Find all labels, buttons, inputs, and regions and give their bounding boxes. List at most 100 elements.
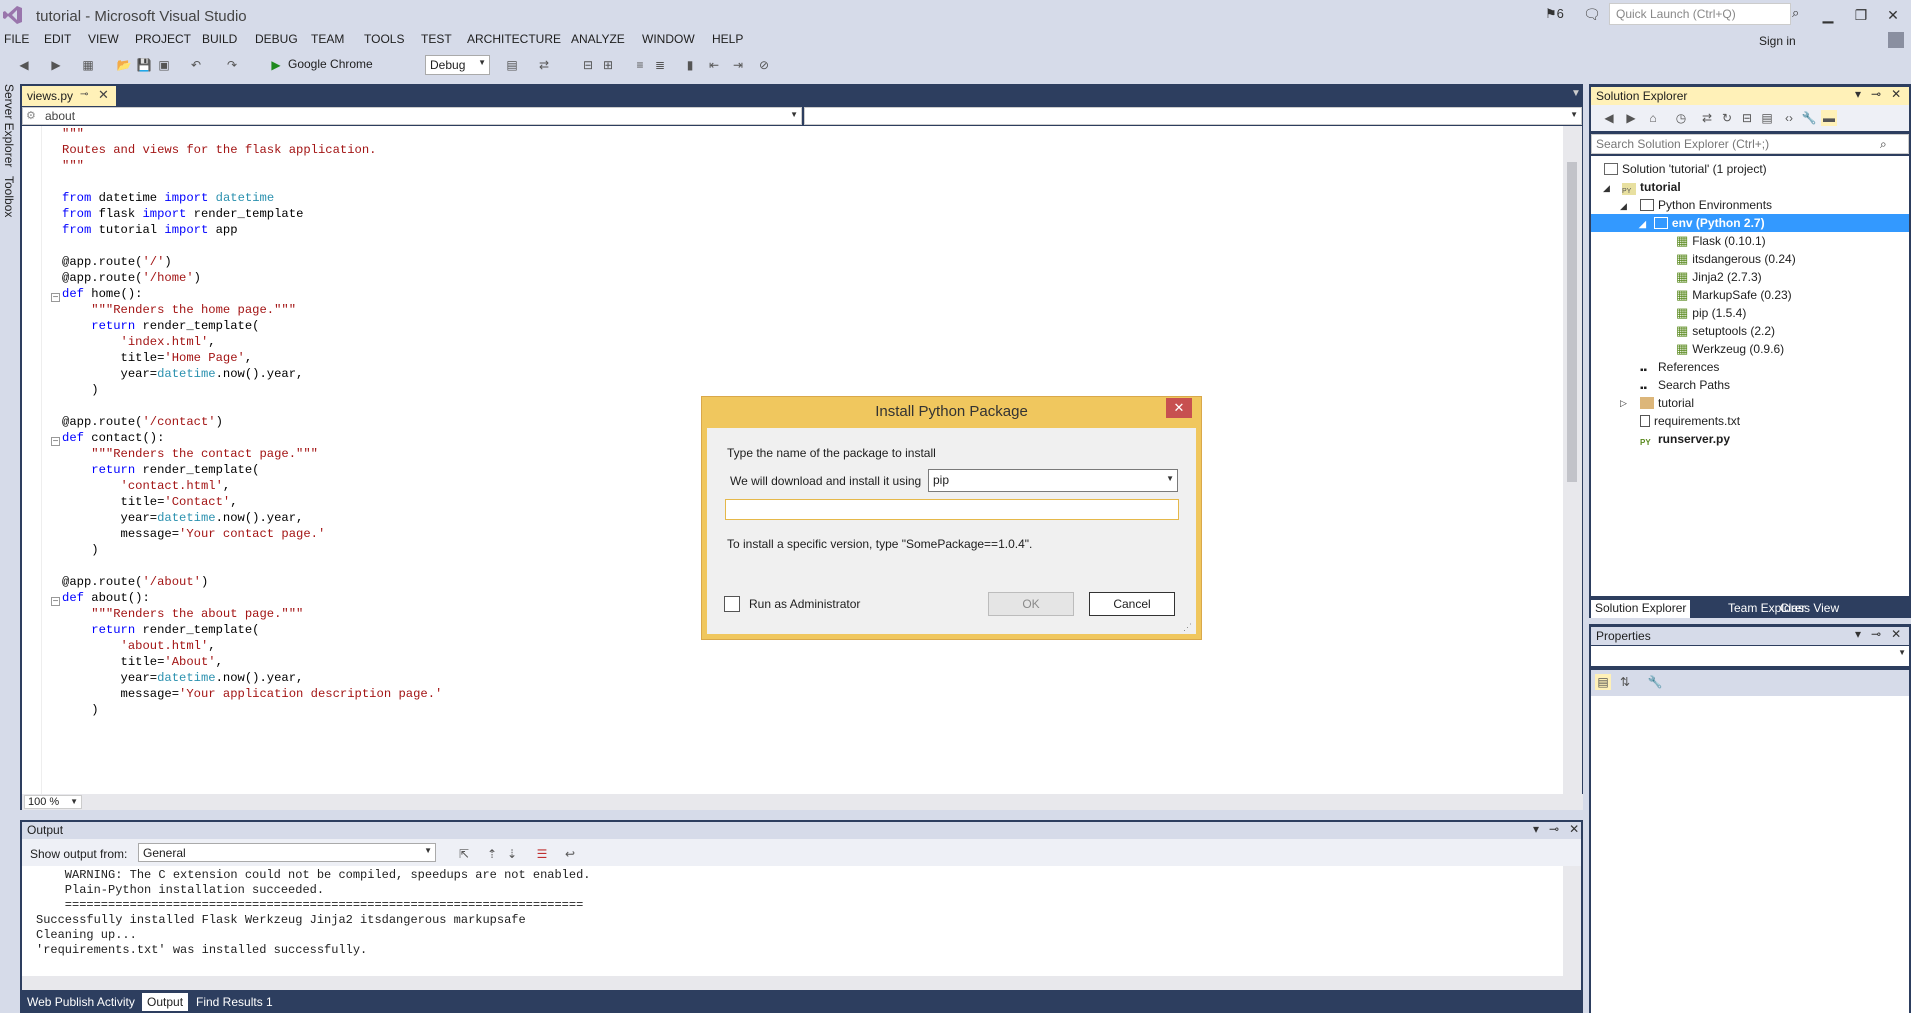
forward-icon[interactable]: ▶ xyxy=(1623,110,1639,126)
menu-view[interactable]: VIEW xyxy=(88,32,119,46)
scrollbar-thumb[interactable] xyxy=(1567,162,1577,482)
expanded-icon[interactable]: ◢ xyxy=(1603,183,1610,194)
next-bookmark-icon[interactable]: ⇥ xyxy=(730,57,746,73)
tab-find-results[interactable]: Find Results 1 xyxy=(191,993,278,1011)
uncomment-icon[interactable]: ≣ xyxy=(652,57,668,73)
cancel-button[interactable]: Cancel xyxy=(1089,592,1175,616)
close-icon[interactable]: ✕ xyxy=(1569,822,1579,836)
tree-item-search-paths[interactable]: ▪▪ Search Paths xyxy=(1640,376,1730,394)
refresh-icon[interactable]: ↻ xyxy=(1719,110,1735,126)
tree-item-package[interactable]: ▦ MarkupSafe (0.23) xyxy=(1676,286,1792,304)
output-horizontal-scrollbar[interactable] xyxy=(22,976,1563,990)
solution-search-input[interactable]: Search Solution Explorer (Ctrl+;) xyxy=(1591,134,1909,154)
tab-class-view[interactable]: Class View xyxy=(1776,600,1843,618)
forward-icon[interactable]: ▶ xyxy=(48,57,64,73)
window-position-icon[interactable]: ▾ xyxy=(1855,87,1861,101)
tab-list-icon[interactable]: ▼ xyxy=(1571,88,1581,99)
tab-web-publish-activity[interactable]: Web Publish Activity xyxy=(22,993,140,1011)
tree-item-startup-file[interactable]: PY runserver.py xyxy=(1640,430,1730,448)
save-icon[interactable]: 💾 xyxy=(136,57,152,73)
tree-item-project[interactable]: PY tutorial xyxy=(1622,178,1907,196)
find-message-icon[interactable]: ⇱ xyxy=(456,846,472,862)
tab-solution-explorer[interactable]: Solution Explorer xyxy=(1591,600,1691,618)
menu-test[interactable]: TEST xyxy=(421,32,452,46)
expanded-icon[interactable]: ◢ xyxy=(1639,219,1646,229)
home-icon[interactable]: ⌂ xyxy=(1645,110,1661,126)
installer-select[interactable]: pip ▼ xyxy=(928,469,1178,492)
menu-architecture[interactable]: ARCHITECTURE xyxy=(467,32,561,46)
alphabetical-icon[interactable]: ⇅ xyxy=(1617,674,1633,690)
close-button[interactable]: ✕ xyxy=(1880,4,1906,26)
view-code-icon[interactable]: ‹› xyxy=(1781,110,1797,126)
prev-message-icon[interactable]: ⇡ xyxy=(484,846,500,862)
undo-icon[interactable]: ↶ xyxy=(188,57,204,73)
sync-icon[interactable]: ⇄ xyxy=(1699,110,1715,126)
tree-item-env[interactable]: ◢ env (Python 2.7) xyxy=(1591,214,1909,232)
show-all-files-icon[interactable]: ▤ xyxy=(1759,110,1775,126)
output-source-select[interactable]: General ▼ xyxy=(138,843,436,862)
properties-object-select[interactable]: ▼ xyxy=(1591,646,1909,666)
word-wrap-icon[interactable]: ↩ xyxy=(562,846,578,862)
categorized-icon[interactable]: ▤ xyxy=(1595,674,1611,690)
preview-icon[interactable]: ▬ xyxy=(1821,110,1837,126)
browser-link-icon[interactable]: ⇄ xyxy=(536,57,552,73)
pin-icon[interactable]: ⊸ xyxy=(1871,87,1881,101)
expanded-icon[interactable]: ◢ xyxy=(1620,201,1627,212)
tree-item-folder[interactable]: tutorial xyxy=(1640,394,1694,412)
notifications-button[interactable]: ⚑6 xyxy=(1545,6,1564,22)
properties-icon[interactable]: 🔧 xyxy=(1801,110,1817,126)
pin-icon[interactable]: ⊸ xyxy=(1871,627,1881,641)
tree-item-python-environments[interactable]: Python Environments xyxy=(1640,196,1905,214)
close-tab-icon[interactable]: ✕ xyxy=(98,87,109,103)
toolbox-tab[interactable]: Toolbox xyxy=(2,176,16,217)
restore-button[interactable]: ❐ xyxy=(1848,4,1874,26)
menu-build[interactable]: BUILD xyxy=(202,32,237,46)
sign-in-link[interactable]: Sign in xyxy=(1759,34,1796,48)
tab-output[interactable]: Output xyxy=(142,993,189,1011)
output-text[interactable]: WARNING: The C extension could not be co… xyxy=(22,866,1581,990)
server-explorer-tab[interactable]: Server Explorer xyxy=(2,84,16,167)
run-target-dropdown[interactable]: Google Chrome xyxy=(288,57,373,71)
close-icon[interactable]: ✕ xyxy=(1891,627,1901,641)
tree-item-package[interactable]: ▦ Flask (0.10.1) xyxy=(1676,232,1766,250)
start-debugging-icon[interactable]: ▶ xyxy=(268,57,284,73)
new-project-icon[interactable]: ▦ xyxy=(80,57,96,73)
close-icon[interactable]: ✕ xyxy=(1891,87,1901,101)
quick-launch-input[interactable]: Quick Launch (Ctrl+Q) xyxy=(1609,3,1791,25)
collapsed-icon[interactable]: ▷ xyxy=(1620,398,1627,409)
collapse-icon[interactable]: − xyxy=(51,437,60,447)
minimize-button[interactable]: ▁ xyxy=(1815,4,1841,26)
menu-edit[interactable]: EDIT xyxy=(44,32,71,46)
resize-grip-icon[interactable]: ⋰ xyxy=(1183,622,1192,633)
search-icon[interactable]: ⌕ xyxy=(1880,137,1887,152)
editor-horizontal-scrollbar[interactable] xyxy=(22,794,1583,810)
menu-help[interactable]: HELP xyxy=(712,32,743,46)
collapse-icon[interactable]: − xyxy=(51,597,60,607)
menu-window[interactable]: WINDOW xyxy=(642,32,695,46)
tree-item-package[interactable]: ▦ Jinja2 (2.7.3) xyxy=(1676,268,1762,286)
clear-all-icon[interactable]: ☰ xyxy=(534,846,550,862)
layout-icon[interactable]: ⊟ xyxy=(580,57,596,73)
bookmark-icon[interactable]: ▮ xyxy=(682,57,698,73)
collapse-icon[interactable]: − xyxy=(51,293,60,303)
window-position-icon[interactable]: ▾ xyxy=(1533,822,1539,836)
property-pages-icon[interactable]: 🔧 xyxy=(1647,674,1663,690)
pin-icon[interactable]: ⊸ xyxy=(1549,822,1559,836)
tree-item-package[interactable]: ▦ setuptools (2.2) xyxy=(1676,322,1775,340)
output-vertical-scrollbar[interactable] xyxy=(1563,866,1581,990)
run-as-admin-label[interactable]: Run as Administrator xyxy=(749,597,860,611)
tree-item-references[interactable]: ▪▪ References xyxy=(1640,358,1719,376)
open-file-icon[interactable]: 📂 xyxy=(116,57,132,73)
scope-navigation-dropdown[interactable]: ▼ xyxy=(804,107,1582,125)
prev-bookmark-icon[interactable]: ⇤ xyxy=(706,57,722,73)
run-as-admin-checkbox[interactable] xyxy=(724,596,740,612)
tree-item-package[interactable]: ▦ itsdangerous (0.24) xyxy=(1676,250,1796,268)
menu-debug[interactable]: DEBUG xyxy=(255,32,298,46)
pin-icon[interactable]: ⊸ xyxy=(80,89,88,100)
configuration-select[interactable]: Debug ▼ xyxy=(425,55,490,75)
collapse-all-icon[interactable]: ⊟ xyxy=(1739,110,1755,126)
menu-team[interactable]: TEAM xyxy=(311,32,344,46)
redo-icon[interactable]: ↷ xyxy=(224,57,240,73)
tree-item-solution[interactable]: Solution 'tutorial' (1 project) xyxy=(1604,160,1904,178)
member-navigation-dropdown[interactable]: about ▼ xyxy=(22,107,802,125)
